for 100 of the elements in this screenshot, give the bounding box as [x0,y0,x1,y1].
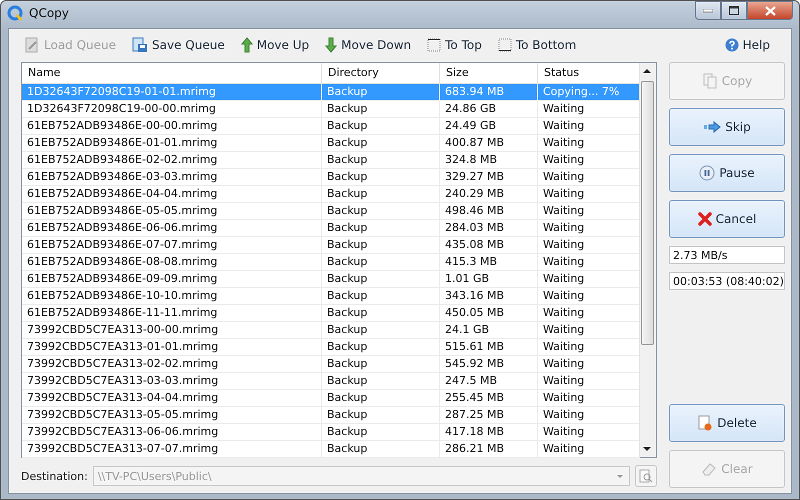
table-cell: 73992CBD5C7EA313-01-01.mrimg [22,339,322,356]
arrow-up-icon [240,37,253,53]
table-cell: 324.8 MB [440,152,538,169]
table-cell: Backup [322,169,440,186]
minimize-button[interactable] [695,1,721,20]
close-button[interactable] [747,1,793,20]
cancel-icon [698,212,712,226]
table-cell: 240.29 MB [440,186,538,203]
table-cell: 61EB752ADB93486E-08-08.mrimg [22,254,322,271]
document-disk-icon [132,37,148,53]
arrow-down-icon [325,37,338,53]
table-cell: Backup [322,254,440,271]
pause-icon [699,165,716,181]
table-cell: Backup [322,101,440,118]
table-cell: 284.03 MB [440,220,538,237]
help-icon [724,38,739,52]
table-cell: Backup [322,271,440,288]
window-title: QCopy [29,6,69,20]
table-cell: 343.16 MB [440,288,538,305]
dotted-box-bottom-icon [498,38,512,52]
toolbar-button[interactable]: Save Queue [127,34,230,56]
table-cell: Backup [322,203,440,220]
table-cell: 400.87 MB [440,135,538,152]
table-cell: 1D32643F72098C19-01-01.mrimg [22,84,322,101]
table-cell: 73992CBD5C7EA313-05-05.mrimg [22,407,322,424]
pause-button[interactable]: Pause [669,154,785,192]
table-cell: Backup [322,305,440,322]
table-cell: 73992CBD5C7EA313-00-00.mrimg [22,322,322,339]
table-cell: Backup [322,152,440,169]
table-cell: 61EB752ADB93486E-00-00.mrimg [22,118,322,135]
table-cell: 61EB752ADB93486E-05-05.mrimg [22,203,322,220]
arrow-right-icon [703,121,722,133]
table-cell: 1.01 GB [440,271,538,288]
maximize-icon [729,6,739,15]
table-cell: Backup [322,441,440,458]
table-cell: 329.27 MB [440,169,538,186]
table-cell: 73992CBD5C7EA313-02-02.mrimg [22,356,322,373]
maximize-button[interactable] [721,1,747,20]
table-cell: Backup [322,288,440,305]
speed-readout: 2.73 MB/s [669,246,785,264]
eraser-icon [701,461,718,477]
table-cell: 417.18 MB [440,424,538,441]
app-logo-icon [7,5,23,21]
table-cell: 73992CBD5C7EA313-04-04.mrimg [22,390,322,407]
table-cell: Backup [322,322,440,339]
table-cell: 61EB752ADB93486E-07-07.mrimg [22,237,322,254]
close-icon [764,6,776,16]
table-cell: 61EB752ADB93486E-09-09.mrimg [22,271,322,288]
table-cell: 61EB752ADB93486E-04-04.mrimg [22,186,322,203]
table-cell: 73992CBD5C7EA313-07-07.mrimg [22,441,322,458]
table-cell: 450.05 MB [440,305,538,322]
table-cell: Backup [322,118,440,135]
scrollbar[interactable] [639,63,656,457]
table-cell: 24.86 GB [440,101,538,118]
table-cell: 247.5 MB [440,373,538,390]
table-cell: Backup [322,356,440,373]
table-cell: 61EB752ADB93486E-01-01.mrimg [22,135,322,152]
table-cell: 1D32643F72098C19-00-00.mrimg [22,101,322,118]
table-cell: Backup [322,407,440,424]
table-cell: Backup [322,186,440,203]
table-cell: 286.21 MB [440,441,538,458]
minimize-icon [703,8,713,12]
table-cell: 24.49 GB [440,118,538,135]
table-cell: Backup [322,135,440,152]
table-cell: 415.3 MB [440,254,538,271]
toolbar-button[interactable]: Move Down [320,34,416,56]
table-cell: 73992CBD5C7EA313-03-03.mrimg [22,373,322,390]
document-pencil-icon [24,37,40,53]
table-cell: 61EB752ADB93486E-10-10.mrimg [22,288,322,305]
table-cell: 287.25 MB [440,407,538,424]
table-cell: 73992CBD5C7EA313-06-06.mrimg [22,424,322,441]
skip-button[interactable]: Skip [669,108,785,146]
table-cell: 24.1 GB [440,322,538,339]
browse-button[interactable] [635,465,657,487]
table-cell: 61EB752ADB93486E-06-06.mrimg [22,220,322,237]
table-cell: Backup [322,424,440,441]
destination-label: Destination: [21,470,88,482]
toolbar-button[interactable]: Move Up [236,34,314,56]
table-cell: 545.92 MB [440,356,538,373]
documents-icon [702,73,718,89]
delete-button[interactable]: Delete [669,404,785,442]
toolbar-button[interactable]: To Top [422,34,487,56]
toolbar-button[interactable]: To Bottom [492,34,582,56]
document-delete-icon [697,415,714,431]
table-cell: Backup [322,220,440,237]
table-cell: 255.45 MB [440,390,538,407]
table-cell: Backup [322,237,440,254]
table-cell: Copying... 7% [538,84,640,101]
folder-search-icon [639,469,653,483]
time-readout: 00:03:53 (08:40:02) [669,272,785,290]
dotted-box-top-icon [427,38,442,52]
cancel-button[interactable]: Cancel [669,200,785,238]
table-cell: Backup [322,84,440,101]
table-cell: Backup [322,373,440,390]
table-cell: 61EB752ADB93486E-03-03.mrimg [22,169,322,186]
help-button[interactable]: Help [720,34,775,56]
table-cell: 61EB752ADB93486E-02-02.mrimg [22,152,322,169]
table-cell: 515.61 MB [440,339,538,356]
table-cell: 61EB752ADB93486E-11-11.mrimg [22,305,322,322]
table-cell: Backup [322,390,440,407]
